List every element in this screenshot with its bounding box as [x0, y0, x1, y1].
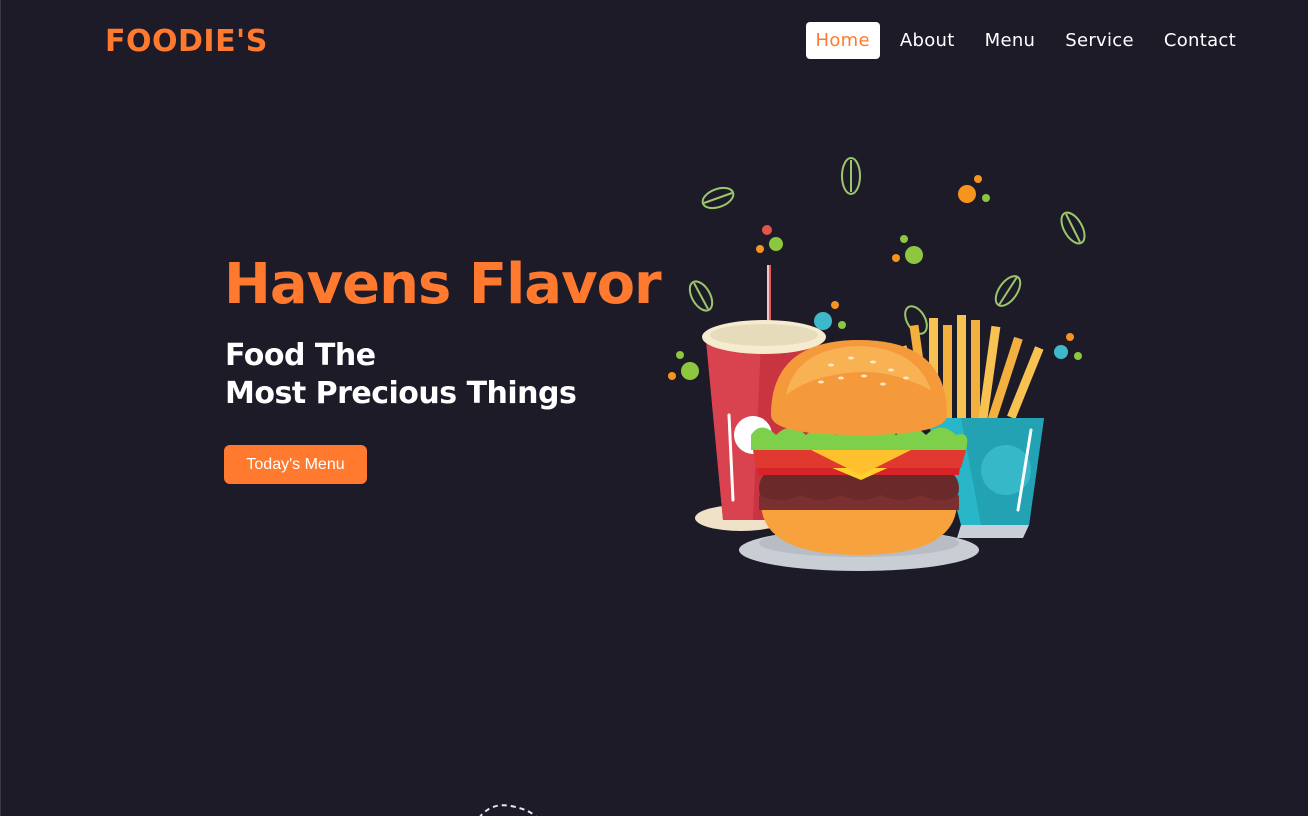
landing-page: FOODIE'S Home About Menu Service Contact…: [0, 0, 1308, 816]
leaf-icon: [841, 157, 861, 195]
nav-about-link[interactable]: About: [890, 22, 965, 59]
burger-fries-drink-illustration: [668, 157, 1086, 571]
nav-home-link[interactable]: Home: [805, 22, 880, 59]
leaf-icon: [1060, 211, 1086, 245]
todays-menu-button[interactable]: Today's Menu: [224, 445, 367, 484]
nav-service-link[interactable]: Service: [1055, 22, 1144, 59]
hero-subtitle-line1: Food The: [225, 338, 376, 373]
nav-menu-link[interactable]: Menu: [975, 22, 1046, 59]
leaf-icon: [994, 275, 1022, 307]
leaf-icon: [688, 280, 714, 312]
decorative-swirl-icon: [479, 804, 537, 816]
hero-title: Havens Flavor: [224, 252, 662, 317]
main-nav: Home About Menu Service Contact: [805, 22, 1246, 59]
hero-subtitle-line2: Most Precious Things: [225, 376, 577, 411]
leaf-icon: [701, 186, 735, 210]
hero-subtitle: Food The Most Precious Things: [225, 337, 577, 413]
site-logo[interactable]: FOODIE'S: [105, 24, 268, 59]
nav-contact-link[interactable]: Contact: [1154, 22, 1246, 59]
